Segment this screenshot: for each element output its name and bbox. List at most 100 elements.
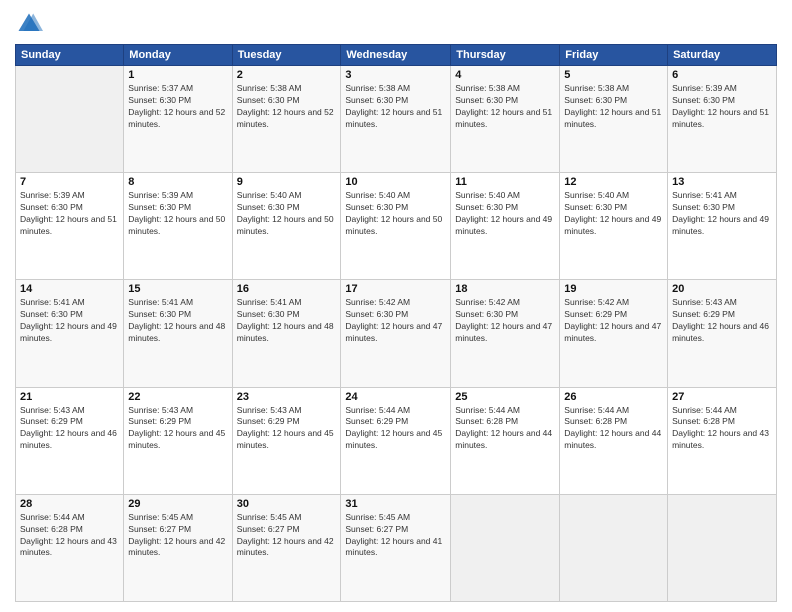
calendar-cell: 31Sunrise: 5:45 AMSunset: 6:27 PMDayligh… (341, 494, 451, 601)
day-info: Sunrise: 5:39 AMSunset: 6:30 PMDaylight:… (128, 190, 227, 238)
page: SundayMondayTuesdayWednesdayThursdayFrid… (0, 0, 792, 612)
calendar-week-row: 14 Sunrise: 5:41 AMSunset: 6:30 PMDayligh… (16, 280, 777, 387)
day-number: 11 (455, 176, 555, 188)
day-info: Sunrise: 5:44 AMSunset: 6:28 PMDaylight:… (564, 405, 663, 453)
day-info: Sunrise: 5:38 AMSunset: 6:30 PMDaylight:… (345, 83, 446, 131)
day-info: Sunrise: 5:39 AMSunset: 6:30 PMDaylight:… (672, 83, 772, 131)
day-number: 26 (564, 391, 663, 403)
calendar-cell: 12Sunrise: 5:40 AMSunset: 6:30 PMDayligh… (560, 173, 668, 280)
calendar-cell: 5Sunrise: 5:38 AMSunset: 6:30 PMDaylight… (560, 66, 668, 173)
calendar-cell: 10 Sunrise: 5:40 AMSunset: 6:30 PMDayligh… (341, 173, 451, 280)
calendar-cell: 6 Sunrise: 5:39 AMSunset: 6:30 PMDaylight… (668, 66, 777, 173)
day-info: Sunrise: 5:41 AMSunset: 6:30 PMDaylight:… (128, 297, 227, 345)
day-number: 1 (128, 69, 227, 81)
weekday-row: SundayMondayTuesdayWednesdayThursdayFrid… (16, 45, 777, 66)
day-number: 22 (128, 391, 227, 403)
day-info: Sunrise: 5:42 AMSunset: 6:30 PMDaylight:… (455, 297, 555, 345)
day-number: 4 (455, 69, 555, 81)
day-info: Sunrise: 5:41 AMSunset: 6:30 PMDaylight:… (20, 297, 119, 345)
day-number: 13 (672, 176, 772, 188)
day-number: 10 (345, 176, 446, 188)
calendar-table: SundayMondayTuesdayWednesdayThursdayFrid… (15, 44, 777, 602)
calendar-week-row: 28Sunrise: 5:44 AMSunset: 6:28 PMDayligh… (16, 494, 777, 601)
calendar-cell: 14 Sunrise: 5:41 AMSunset: 6:30 PMDayligh… (16, 280, 124, 387)
day-info: Sunrise: 5:38 AMSunset: 6:30 PMDaylight:… (237, 83, 337, 131)
calendar-week-row: 1 Sunrise: 5:37 AMSunset: 6:30 PMDaylight… (16, 66, 777, 173)
calendar-cell: 17 Sunrise: 5:42 AMSunset: 6:30 PMDayligh… (341, 280, 451, 387)
calendar-cell (668, 494, 777, 601)
day-number: 2 (237, 69, 337, 81)
calendar-cell (451, 494, 560, 601)
day-info: Sunrise: 5:39 AMSunset: 6:30 PMDaylight:… (20, 190, 119, 238)
day-number: 6 (672, 69, 772, 81)
day-info: Sunrise: 5:40 AMSunset: 6:30 PMDaylight:… (455, 190, 555, 238)
day-info: Sunrise: 5:42 AMSunset: 6:30 PMDaylight:… (345, 297, 446, 345)
day-info: Sunrise: 5:42 AMSunset: 6:29 PMDaylight:… (564, 297, 663, 345)
calendar-cell: 11 Sunrise: 5:40 AMSunset: 6:30 PMDayligh… (451, 173, 560, 280)
day-info: Sunrise: 5:38 AMSunset: 6:30 PMDaylight:… (564, 83, 663, 131)
calendar-cell: 7 Sunrise: 5:39 AMSunset: 6:30 PMDaylight… (16, 173, 124, 280)
weekday-header: Monday (124, 45, 232, 66)
day-number: 30 (237, 498, 337, 510)
day-number: 29 (128, 498, 227, 510)
day-info: Sunrise: 5:43 AMSunset: 6:29 PMDaylight:… (672, 297, 772, 345)
weekday-header: Tuesday (232, 45, 341, 66)
logo-icon (15, 10, 43, 38)
weekday-header: Wednesday (341, 45, 451, 66)
calendar-week-row: 7 Sunrise: 5:39 AMSunset: 6:30 PMDaylight… (16, 173, 777, 280)
day-info: Sunrise: 5:43 AMSunset: 6:29 PMDaylight:… (20, 405, 119, 453)
day-number: 9 (237, 176, 337, 188)
calendar-cell: 21 Sunrise: 5:43 AMSunset: 6:29 PMDayligh… (16, 387, 124, 494)
day-number: 21 (20, 391, 119, 403)
logo (15, 10, 47, 38)
day-info: Sunrise: 5:37 AMSunset: 6:30 PMDaylight:… (128, 83, 227, 131)
calendar-week-row: 21 Sunrise: 5:43 AMSunset: 6:29 PMDayligh… (16, 387, 777, 494)
day-info: Sunrise: 5:44 AMSunset: 6:28 PMDaylight:… (455, 405, 555, 453)
day-info: Sunrise: 5:44 AMSunset: 6:28 PMDaylight:… (672, 405, 772, 453)
calendar-cell: 3 Sunrise: 5:38 AMSunset: 6:30 PMDaylight… (341, 66, 451, 173)
calendar-cell: 4 Sunrise: 5:38 AMSunset: 6:30 PMDaylight… (451, 66, 560, 173)
day-number: 19 (564, 283, 663, 295)
header (15, 10, 777, 38)
calendar-cell: 25 Sunrise: 5:44 AMSunset: 6:28 PMDayligh… (451, 387, 560, 494)
day-info: Sunrise: 5:38 AMSunset: 6:30 PMDaylight:… (455, 83, 555, 131)
day-info: Sunrise: 5:40 AMSunset: 6:30 PMDaylight:… (345, 190, 446, 238)
calendar-cell: 9 Sunrise: 5:40 AMSunset: 6:30 PMDaylight… (232, 173, 341, 280)
calendar-cell: 1 Sunrise: 5:37 AMSunset: 6:30 PMDaylight… (124, 66, 232, 173)
day-number: 7 (20, 176, 119, 188)
calendar-cell: 20 Sunrise: 5:43 AMSunset: 6:29 PMDayligh… (668, 280, 777, 387)
calendar-cell (560, 494, 668, 601)
calendar-cell: 26 Sunrise: 5:44 AMSunset: 6:28 PMDayligh… (560, 387, 668, 494)
day-number: 24 (345, 391, 446, 403)
calendar-cell (16, 66, 124, 173)
day-info: Sunrise: 5:44 AMSunset: 6:29 PMDaylight:… (345, 405, 446, 453)
day-number: 27 (672, 391, 772, 403)
calendar-body: 1 Sunrise: 5:37 AMSunset: 6:30 PMDaylight… (16, 66, 777, 602)
day-number: 23 (237, 391, 337, 403)
day-number: 3 (345, 69, 446, 81)
day-info: Sunrise: 5:41 AMSunset: 6:30 PMDaylight:… (672, 190, 772, 238)
calendar-cell: 8 Sunrise: 5:39 AMSunset: 6:30 PMDaylight… (124, 173, 232, 280)
day-number: 25 (455, 391, 555, 403)
calendar-cell: 30 Sunrise: 5:45 AMSunset: 6:27 PMDayligh… (232, 494, 341, 601)
day-number: 18 (455, 283, 555, 295)
day-info: Sunrise: 5:45 AMSunset: 6:27 PMDaylight:… (237, 512, 337, 560)
calendar-cell: 22Sunrise: 5:43 AMSunset: 6:29 PMDayligh… (124, 387, 232, 494)
day-number: 16 (237, 283, 337, 295)
calendar-cell: 19 Sunrise: 5:42 AMSunset: 6:29 PMDayligh… (560, 280, 668, 387)
day-number: 20 (672, 283, 772, 295)
day-number: 15 (128, 283, 227, 295)
calendar-header: SundayMondayTuesdayWednesdayThursdayFrid… (16, 45, 777, 66)
day-number: 17 (345, 283, 446, 295)
day-info: Sunrise: 5:44 AMSunset: 6:28 PMDaylight:… (20, 512, 119, 560)
calendar-cell: 15 Sunrise: 5:41 AMSunset: 6:30 PMDayligh… (124, 280, 232, 387)
calendar-cell: 16Sunrise: 5:41 AMSunset: 6:30 PMDayligh… (232, 280, 341, 387)
day-number: 14 (20, 283, 119, 295)
calendar-cell: 18 Sunrise: 5:42 AMSunset: 6:30 PMDayligh… (451, 280, 560, 387)
day-number: 8 (128, 176, 227, 188)
calendar-cell: 29Sunrise: 5:45 AMSunset: 6:27 PMDayligh… (124, 494, 232, 601)
day-info: Sunrise: 5:40 AMSunset: 6:30 PMDaylight:… (237, 190, 337, 238)
day-info: Sunrise: 5:45 AMSunset: 6:27 PMDaylight:… (345, 512, 446, 560)
day-info: Sunrise: 5:40 AMSunset: 6:30 PMDaylight:… (564, 190, 663, 238)
day-info: Sunrise: 5:43 AMSunset: 6:29 PMDaylight:… (237, 405, 337, 453)
